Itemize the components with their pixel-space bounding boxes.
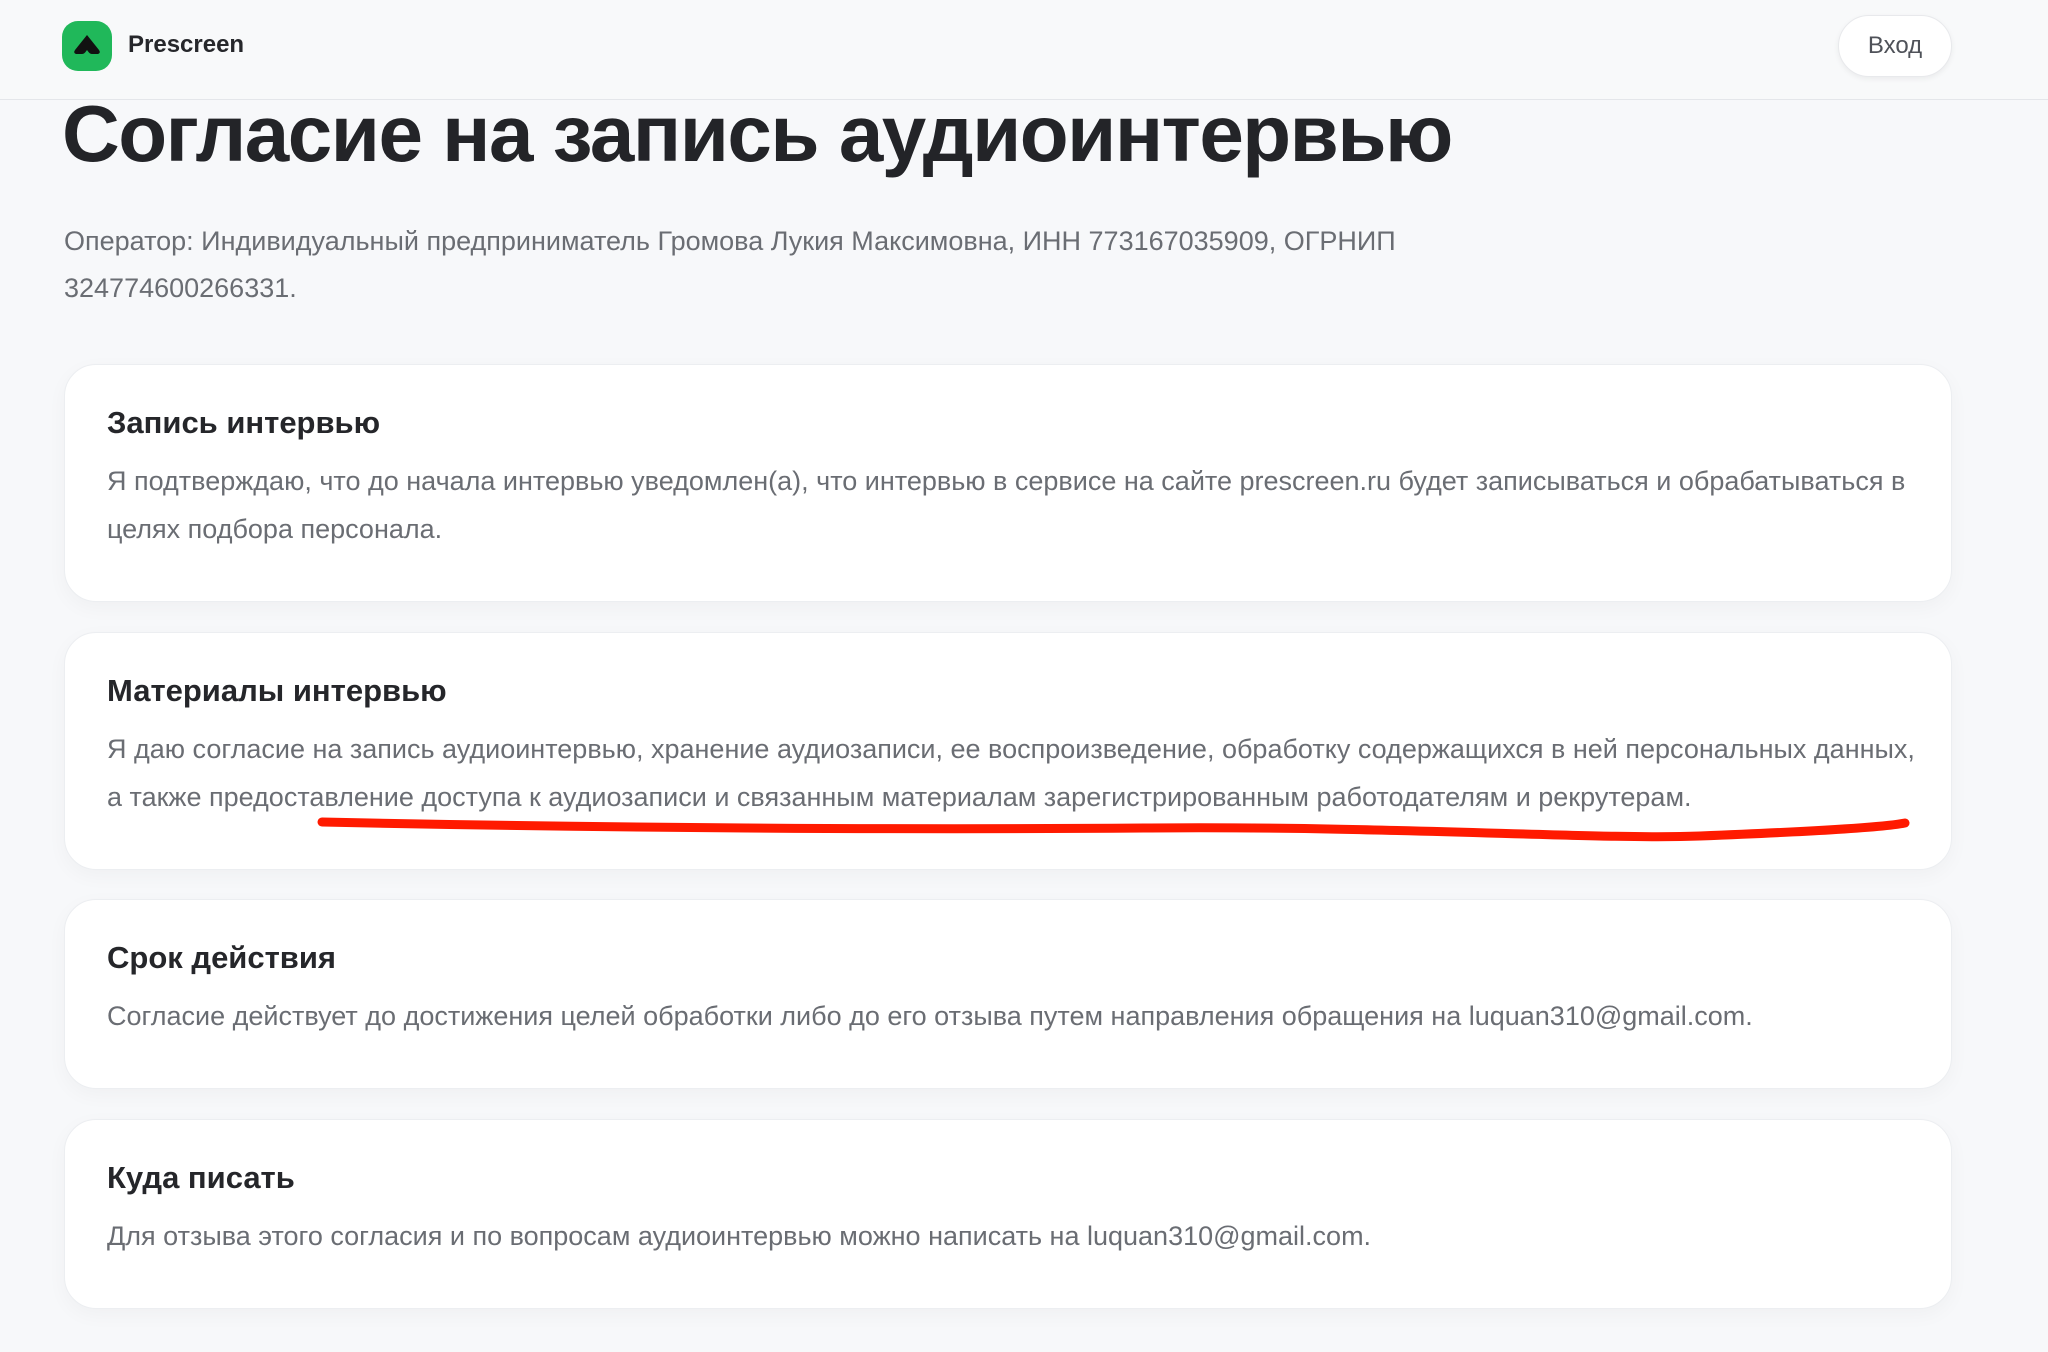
top-bar: Prescreen Вход — [0, 0, 2048, 100]
card-interview-recording: Запись интервью Я подтверждаю, что до на… — [64, 364, 1952, 602]
card-validity-period: Срок действия Согласие действует до дост… — [64, 899, 1952, 1089]
operator-info: Оператор: Индивидуальный предприниматель… — [64, 226, 1396, 303]
brand-name[interactable]: Prescreen — [128, 31, 244, 59]
card-text: Я даю согласие на запись аудиоинтервью, … — [107, 734, 1915, 812]
page-title: Согласие на запись аудиоинтервью — [62, 89, 1453, 178]
login-button[interactable]: Вход — [1838, 15, 1952, 77]
card-title: Запись интервью — [107, 405, 381, 440]
card-contact: Куда писать Для отзыва этого согласия и … — [64, 1119, 1952, 1309]
card-text: Я подтверждаю, что до начала интервью ув… — [107, 466, 1906, 544]
card-text: Согласие действует до достижения целей о… — [107, 1001, 1753, 1031]
card-title: Куда писать — [107, 1160, 295, 1195]
card-title: Материалы интервью — [107, 673, 447, 708]
prescreen-logo-icon[interactable] — [62, 21, 112, 71]
card-title: Срок действия — [107, 940, 336, 975]
card-text: Для отзыва этого согласия и по вопросам … — [107, 1221, 1372, 1251]
card-interview-materials: Материалы интервью Я даю согласие на зап… — [64, 632, 1952, 870]
